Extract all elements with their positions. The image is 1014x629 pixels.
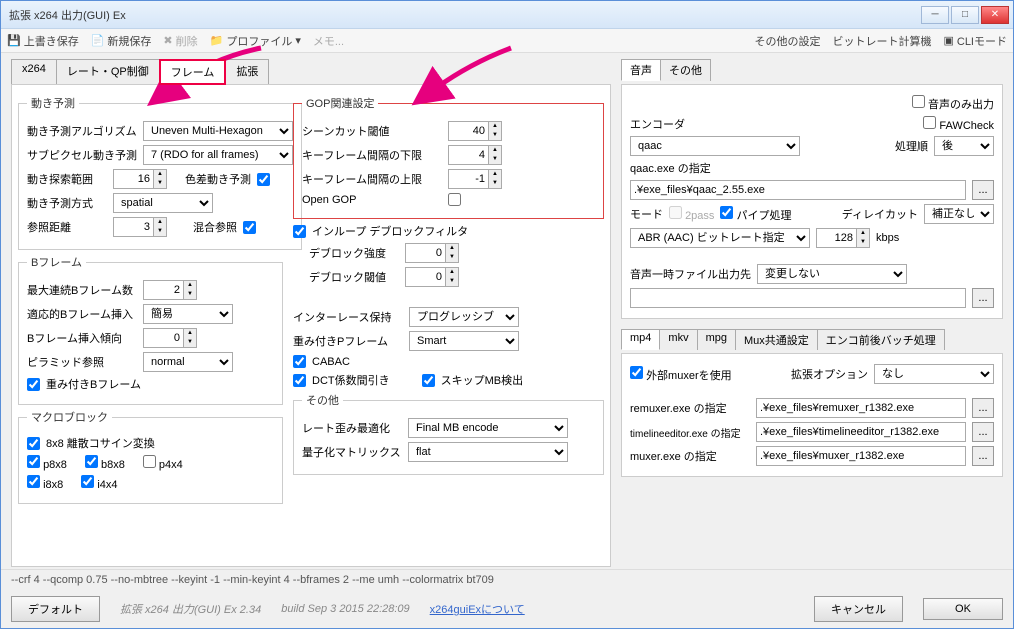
subpixel-select[interactable]: 7 (RDO for all frames) [143,145,293,165]
bframe-max-spinner[interactable]: ▲▼ [143,280,197,300]
i8x8-checkbox[interactable] [27,475,40,488]
memo-button: メモ... [313,33,344,49]
keyint-max-spinner[interactable]: ▲▼ [448,169,502,189]
deblock-thresh-spinner[interactable]: ▲▼ [405,267,459,287]
motion-method-select[interactable]: spatial [113,193,213,213]
tab-mkv[interactable]: mkv [659,329,697,350]
tab-frame[interactable]: フレーム [159,59,227,85]
wpred-select[interactable]: Smart [409,331,519,351]
bitrate-calc-button[interactable]: ビットレート計算機 [832,33,931,49]
open-gop-checkbox[interactable] [448,193,461,206]
chroma-me-checkbox[interactable] [257,173,270,186]
motion-group: 動き予測 動き予測アルゴリズムUneven Multi-Hexagon サブピク… [18,95,302,250]
app-window: 拡張 x264 出力(GUI) Ex ─ □ ✕ 💾 上書き保存 📄 新規保存 … [0,0,1014,629]
statusbar: デフォルト 拡張 x264 出力(GUI) Ex 2.34 build Sep … [1,590,1013,628]
qaac-exe-field[interactable] [630,180,966,200]
rd-select[interactable]: Final MB encode [408,418,568,438]
bframe-adapt-select[interactable]: 簡易 [143,304,233,324]
timelineeditor-field[interactable] [756,422,966,442]
browse-remuxer-button[interactable]: ... [972,398,994,418]
macroblock-group: マクロブロック 8x8 離散コサイン変換 p8x8 b8x8 p4x4 i8x8… [18,409,283,504]
tab-batch[interactable]: エンコ前後バッチ処理 [817,329,945,350]
muxer-field[interactable] [756,446,966,466]
audio-tabs: 音声 その他 [621,59,1003,81]
tab-x264[interactable]: x264 [11,59,57,85]
command-line: --crf 4 --qcomp 0.75 --no-mbtree --keyin… [1,569,1013,590]
ref-spinner[interactable]: ▲▼ [113,217,167,237]
profile-menu[interactable]: 📁 プロファイル ▾ [210,33,301,49]
i4x4-checkbox[interactable] [81,475,94,488]
cli-mode-button[interactable]: ▣ CLIモード [943,33,1007,49]
other-settings-button[interactable]: その他の設定 [754,33,820,49]
tmp-out-select[interactable]: 変更しない [757,264,907,284]
encoder-select[interactable]: qaac [630,136,800,156]
interlace-select[interactable]: プログレッシブ [409,307,519,327]
browse-tmp-button[interactable]: ... [972,288,994,308]
tab-mpg[interactable]: mpg [697,329,736,350]
cancel-button[interactable]: キャンセル [814,596,903,622]
new-save-button[interactable]: 📄 新規保存 [91,33,152,49]
qm-select[interactable]: flat [408,442,568,462]
motion-range-spinner[interactable]: ▲▼ [113,169,167,189]
dct8x8-checkbox[interactable] [27,437,40,450]
deblock-strength-spinner[interactable]: ▲▼ [405,243,459,263]
overwrite-save-button[interactable]: 💾 上書き保存 [7,33,79,49]
pyramid-select[interactable]: normal [143,352,233,372]
scenecut-spinner[interactable]: ▲▼ [448,121,502,141]
tab-audio[interactable]: 音声 [621,59,661,81]
browse-qaac-button[interactable]: ... [972,180,994,200]
p8x8-checkbox[interactable] [27,455,40,468]
cabac-checkbox[interactable] [293,355,306,368]
b8x8-checkbox[interactable] [85,455,98,468]
about-link[interactable]: x264guiExについて [430,601,525,617]
tab-other[interactable]: その他 [660,59,711,81]
order-select[interactable]: 後 [934,136,994,156]
tab-extend[interactable]: 拡張 [225,59,269,85]
delay-select[interactable]: 補正なし [924,204,994,224]
mixed-ref-checkbox[interactable] [243,221,256,234]
tab-rate-qp[interactable]: レート・QP制御 [56,59,160,85]
2pass-checkbox [669,206,682,219]
ext-opt-select[interactable]: なし [874,364,994,384]
tmp-path-field[interactable] [630,288,966,308]
other-group: その他 レート歪み最適化Final MB encode 量子化マトリックスfla… [293,392,604,475]
toolbar: 💾 上書き保存 📄 新規保存 ✖ 削除 📁 プロファイル ▾ メモ... その他… [1,29,1013,53]
keyint-min-spinner[interactable]: ▲▼ [448,145,502,165]
skip-mb-checkbox[interactable] [422,374,435,387]
remuxer-field[interactable] [756,398,966,418]
default-button[interactable]: デフォルト [11,596,100,622]
tab-mp4[interactable]: mp4 [621,329,660,350]
p4x4-checkbox[interactable] [143,455,156,468]
close-button[interactable]: ✕ [981,6,1009,24]
ok-button[interactable]: OK [923,598,1003,620]
minimize-button[interactable]: ─ [921,6,949,24]
mux-tabs: mp4 mkv mpg Mux共通設定 エンコ前後バッチ処理 [621,329,1003,350]
pipe-checkbox[interactable] [720,206,733,219]
bframe-bias-spinner[interactable]: ▲▼ [143,328,197,348]
deblock-loop-checkbox[interactable] [293,225,306,238]
dct-decimate-checkbox[interactable] [293,374,306,387]
titlebar: 拡張 x264 出力(GUI) Ex ─ □ ✕ [1,1,1013,29]
ext-muxer-checkbox[interactable] [630,366,643,379]
build-label: build Sep 3 2015 22:28:09 [281,603,409,615]
motion-algo-select[interactable]: Uneven Multi-Hexagon [143,121,293,141]
tab-mux-common[interactable]: Mux共通設定 [735,329,818,350]
browse-tl-button[interactable]: ... [972,422,994,442]
maximize-button[interactable]: □ [951,6,979,24]
main-tabs: x264 レート・QP制御 フレーム 拡張 [11,59,611,85]
faw-checkbox[interactable] [923,116,936,129]
version-label: 拡張 x264 出力(GUI) Ex 2.34 [120,601,261,617]
browse-muxer-button[interactable]: ... [972,446,994,466]
gop-group: GOP関連設定 シーンカット閾値▲▼ キーフレーム間隔の下限▲▼ キーフレーム間… [293,95,604,219]
bitrate-spinner[interactable]: ▲▼ [816,228,870,248]
bframe-group: Bフレーム 最大連続Bフレーム数▲▼ 適応的Bフレーム挿入簡易 Bフレーム挿入傾… [18,254,283,405]
delete-button: ✖ 削除 [163,33,197,49]
audio-mode-select[interactable]: ABR (AAC) ビットレート指定 [630,228,810,248]
window-title: 拡張 x264 出力(GUI) Ex [5,7,921,23]
weighted-b-checkbox[interactable] [27,378,40,391]
audio-only-checkbox[interactable] [912,95,925,108]
